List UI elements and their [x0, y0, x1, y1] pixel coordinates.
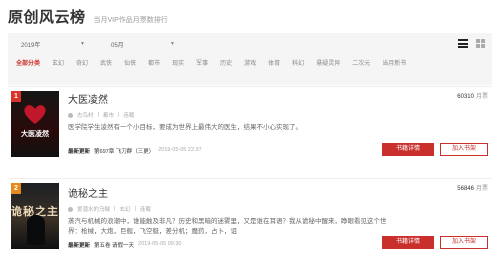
rank-badge: 2 [11, 183, 21, 194]
book-status: 连载 [139, 207, 151, 213]
category-tab[interactable]: 军事 [196, 58, 208, 67]
book-title[interactable]: 大医凌然 [68, 91, 392, 106]
vote-unit: 月票 [475, 186, 488, 192]
book-cover[interactable]: 诡秘之主 2 [11, 183, 59, 249]
month-select-value: 05月 [111, 42, 124, 49]
divider: | [114, 206, 116, 212]
category-tab[interactable]: 奇幻 [76, 58, 88, 67]
category-tab[interactable]: 武侠 [100, 58, 112, 67]
category-tab[interactable]: 游戏 [244, 58, 256, 67]
vote-count: 60310 月票 [457, 91, 488, 100]
list-view-icon[interactable] [458, 39, 468, 48]
year-select[interactable]: 2019年 ▼ [18, 38, 88, 50]
add-to-shelf-button[interactable]: 加入书架 [440, 236, 488, 249]
divider: | [97, 112, 99, 118]
chevron-down-icon: ▼ [80, 41, 85, 47]
divider: | [117, 112, 120, 118]
latest-update-label: 最新更新 [68, 243, 91, 249]
book-genre[interactable]: 玄幻 [119, 205, 130, 213]
book-cover[interactable]: 大医凌然 1 [11, 91, 59, 157]
year-select-value: 2019年 [21, 42, 41, 49]
category-tab[interactable]: 都市 [148, 58, 160, 67]
user-icon [68, 112, 73, 118]
book-author[interactable]: 爱潜水的乌贼 [77, 205, 110, 213]
book-description: 医学院学生凌然有一个小目标，要成为世界上最伟大的医生，结果不小心实现了。 [68, 124, 302, 131]
chevron-down-icon: ▼ [170, 41, 175, 47]
book-status: 连载 [123, 113, 135, 119]
divider: | [134, 206, 136, 212]
category-tab[interactable]: 现实 [172, 58, 184, 67]
latest-chapter-link[interactable]: 第五卷 请假一天 [94, 241, 134, 249]
category-tab[interactable]: 悬疑灵异 [316, 58, 340, 67]
latest-chapter-link[interactable]: 第697章 飞刀群（三更） [94, 147, 154, 155]
figure-silhouette [27, 215, 45, 245]
latest-update-time: 2019-05-05 22:37 [158, 147, 202, 153]
category-tab[interactable]: 仙侠 [124, 58, 136, 67]
category-tab[interactable]: 体育 [268, 58, 280, 67]
category-tab[interactable]: 当月新书 [382, 58, 406, 67]
book-item: 诡秘之主 2 诡秘之主 爱潜水的乌贼 | 玄幻 | 连载 蒸汽与机械的浪潮中，谁… [8, 178, 492, 260]
vote-number: 56846 [457, 186, 474, 192]
book-detail-button[interactable]: 书籍详情 [382, 143, 434, 156]
header: 原创风云榜 当月VIP作品月票数排行 [8, 6, 168, 28]
category-tabs: 全部分类 玄幻 奇幻 武侠 仙侠 都市 现实 军事 历史 游戏 体育 科幻 悬疑灵异 二次元 当月新书 [16, 58, 406, 67]
vote-number: 60310 [457, 94, 474, 100]
latest-update-time: 2019-05-05 09:30 [138, 241, 182, 247]
category-tab[interactable]: 全部分类 [16, 58, 40, 67]
book-title[interactable]: 诡秘之主 [68, 185, 392, 200]
book-detail-button[interactable]: 书籍详情 [382, 236, 434, 249]
cover-title: 大医凌然 [21, 131, 49, 138]
category-tab[interactable]: 玄幻 [52, 58, 64, 67]
page-title: 原创风云榜 [8, 9, 86, 26]
vote-count: 56846 月票 [457, 183, 488, 192]
grid-view-icon[interactable] [476, 39, 486, 48]
month-select[interactable]: 05月 ▼ [108, 38, 178, 50]
filter-bar: 2019年 ▼ 05月 ▼ 全部分类 玄幻 奇幻 武侠 仙侠 都市 现实 军事 历史 游戏 体育 科幻… [8, 33, 492, 85]
user-icon [68, 206, 73, 212]
book-item: 大医凌然 1 大医凌然 志鸟村 | 都市 | 连载 医学院学生凌然有一个小目标，… [8, 86, 492, 178]
rank-badge: 1 [11, 91, 21, 102]
add-to-shelf-button[interactable]: 加入书架 [440, 143, 488, 156]
book-description: 蒸汽与机械的浪潮中，谁能触及非凡？历史和黑暗的迷雾里，又是谁在耳语？我从诡秘中醒… [68, 218, 387, 235]
category-tab[interactable]: 历史 [220, 58, 232, 67]
page-subtitle: 当月VIP作品月票数排行 [93, 17, 168, 24]
vote-unit: 月票 [475, 94, 488, 100]
category-tab[interactable]: 科幻 [292, 58, 304, 67]
latest-update-label: 最新更新 [68, 149, 91, 155]
heart-icon [24, 105, 46, 124]
book-author[interactable]: 志鸟村 [77, 111, 94, 119]
category-tab[interactable]: 二次元 [352, 58, 370, 67]
book-genre[interactable]: 都市 [103, 111, 114, 119]
